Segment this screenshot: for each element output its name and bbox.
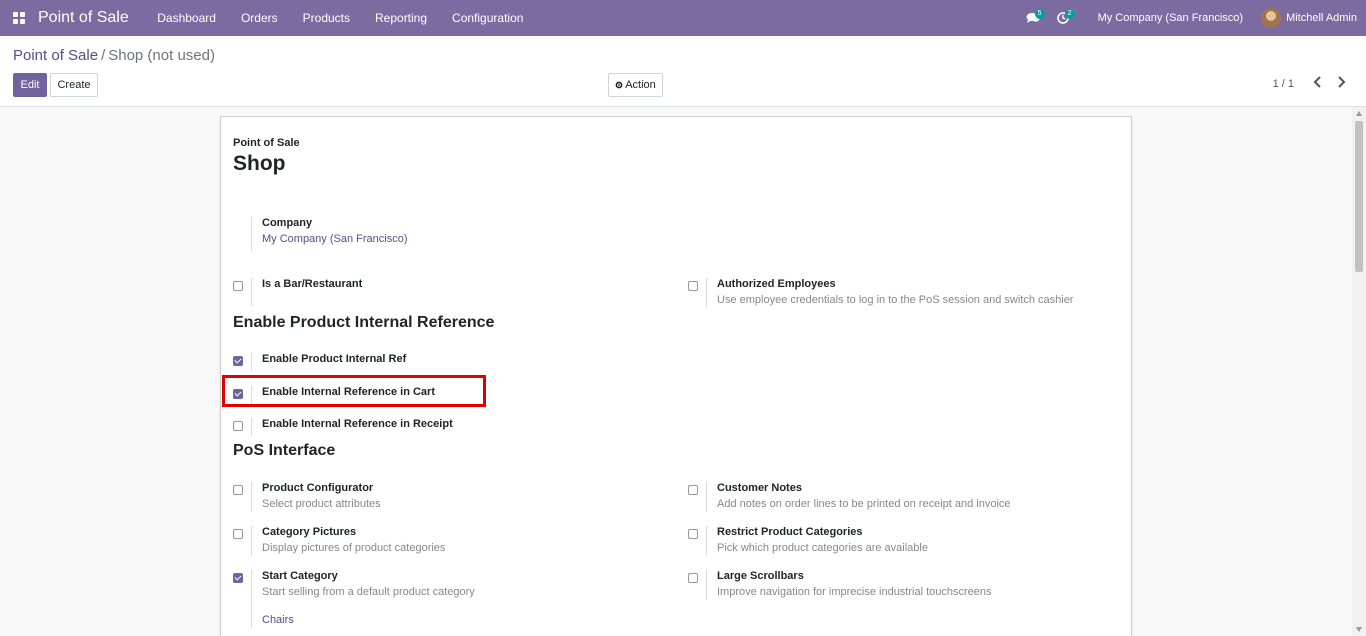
breadcrumb-current: Shop (not used): [108, 47, 215, 64]
menu-reporting[interactable]: Reporting: [363, 11, 440, 25]
edit-button[interactable]: Edit: [13, 73, 47, 97]
user-name: Mitchell Admin: [1286, 12, 1357, 24]
start-category-label: Start Category: [262, 570, 338, 582]
scrollbar-thumb[interactable]: [1355, 121, 1363, 272]
chevron-left-icon: [1313, 76, 1321, 88]
messages-button[interactable]: 5: [1018, 0, 1048, 36]
setting-divider: [706, 570, 707, 600]
internal-ref-checkbox[interactable]: [233, 356, 243, 366]
chevron-right-icon: [1338, 76, 1346, 88]
breadcrumb: Point of Sale / Shop (not used): [13, 47, 215, 64]
company-switcher[interactable]: My Company (San Francisco): [1098, 12, 1244, 24]
setting-divider: [251, 570, 252, 628]
breadcrumb-parent[interactable]: Point of Sale: [13, 47, 98, 64]
category-pictures-checkbox[interactable]: [233, 529, 243, 539]
internal-ref-setting: Enable Product Internal Ref: [233, 353, 653, 373]
top-navbar: Point of Sale Dashboard Orders Products …: [0, 0, 1366, 36]
large-scrollbars-desc: Improve navigation for imprecise industr…: [717, 586, 992, 598]
pager-previous-button[interactable]: [1313, 75, 1323, 91]
setting-divider: [251, 526, 252, 556]
create-button[interactable]: Create: [50, 73, 98, 97]
start-category-checkbox[interactable]: [233, 573, 243, 583]
action-button[interactable]: Action: [608, 73, 663, 97]
authorized-employees-label: Authorized Employees: [717, 278, 836, 290]
internal-ref-receipt-label: Enable Internal Reference in Receipt: [262, 418, 453, 430]
large-scrollbars-setting: Large Scrollbars Improve navigation for …: [688, 570, 1108, 600]
scroll-up-icon[interactable]: [1356, 111, 1362, 116]
breadcrumb-separator: /: [101, 47, 106, 64]
menu-products[interactable]: Products: [290, 11, 362, 25]
internal-ref-label: Enable Product Internal Ref: [262, 353, 407, 365]
activities-button[interactable]: 2: [1048, 0, 1078, 36]
category-pictures-setting: Category Pictures Display pictures of pr…: [233, 526, 653, 556]
pager-value[interactable]: 1 / 1: [1273, 78, 1294, 90]
messages-count-badge: 5: [1034, 9, 1045, 19]
authorized-employees-setting: Authorized Employees Use employee creden…: [688, 278, 1108, 308]
company-value[interactable]: My Company (San Francisco): [262, 233, 408, 245]
company-label: Company: [262, 217, 313, 229]
section-pos-interface-title: PoS Interface: [233, 442, 336, 459]
category-pictures-desc: Display pictures of product categories: [262, 542, 446, 554]
section-internal-reference-title: Enable Product Internal Reference: [233, 314, 495, 331]
restrict-categories-setting: Restrict Product Categories Pick which p…: [688, 526, 1108, 556]
setting-divider: [706, 482, 707, 512]
bar-restaurant-setting: Is a Bar/Restaurant: [233, 278, 653, 308]
start-category-setting: Start Category Start selling from a defa…: [233, 570, 653, 630]
setting-divider: [251, 353, 252, 371]
setting-divider: [251, 217, 252, 251]
restrict-categories-desc: Pick which product categories are availa…: [717, 542, 928, 554]
internal-ref-receipt-checkbox[interactable]: [233, 421, 243, 431]
setting-divider: [706, 526, 707, 556]
customer-notes-checkbox[interactable]: [688, 485, 698, 495]
setting-divider: [706, 278, 707, 308]
setting-divider: [251, 482, 252, 512]
record-app-label: Point of Sale: [233, 137, 300, 149]
authorized-employees-desc: Use employee credentials to log in to th…: [717, 294, 1074, 306]
menu-configuration[interactable]: Configuration: [440, 11, 536, 25]
large-scrollbars-label: Large Scrollbars: [717, 570, 804, 582]
product-configurator-desc: Select product attributes: [262, 498, 381, 510]
form-view: Point of Sale Shop Company My Company (S…: [0, 107, 1352, 636]
menu-dashboard[interactable]: Dashboard: [145, 11, 229, 25]
gear-icon: [615, 81, 623, 89]
start-category-desc: Start selling from a default product cat…: [262, 586, 475, 598]
bar-restaurant-checkbox[interactable]: [233, 281, 243, 291]
product-configurator-label: Product Configurator: [262, 482, 374, 494]
apps-menu-icon[interactable]: [0, 0, 38, 36]
customer-notes-desc: Add notes on order lines to be printed o…: [717, 498, 1011, 510]
restrict-categories-label: Restrict Product Categories: [717, 526, 863, 538]
product-configurator-checkbox[interactable]: [233, 485, 243, 495]
action-label: Action: [625, 79, 656, 91]
bar-restaurant-label: Is a Bar/Restaurant: [262, 278, 363, 290]
avatar: [1261, 8, 1282, 28]
category-pictures-label: Category Pictures: [262, 526, 357, 538]
page-scrollbar[interactable]: [1352, 107, 1366, 636]
authorized-employees-checkbox[interactable]: [688, 281, 698, 291]
customer-notes-setting: Customer Notes Add notes on order lines …: [688, 482, 1108, 512]
app-title[interactable]: Point of Sale: [38, 9, 129, 27]
control-panel: Point of Sale / Shop (not used) Edit Creat…: [0, 36, 1366, 107]
customer-notes-label: Customer Notes: [717, 482, 802, 494]
scroll-down-icon[interactable]: [1356, 627, 1362, 632]
internal-ref-receipt-setting: Enable Internal Reference in Receipt: [233, 418, 653, 438]
highlight-annotation: [222, 375, 486, 407]
product-configurator-setting: Product Configurator Select product attr…: [233, 482, 653, 512]
menu-orders[interactable]: Orders: [228, 11, 290, 25]
restrict-categories-checkbox[interactable]: [688, 529, 698, 539]
record-title: Shop: [233, 152, 286, 175]
activities-count-badge: 2: [1064, 9, 1075, 19]
setting-divider: [251, 278, 252, 306]
pager-next-button[interactable]: [1336, 75, 1346, 91]
setting-divider: [251, 418, 252, 436]
company-setting: Company My Company (San Francisco): [233, 217, 633, 253]
user-menu[interactable]: Mitchell Admin: [1261, 8, 1357, 28]
start-category-value[interactable]: Chairs: [262, 614, 294, 626]
large-scrollbars-checkbox[interactable]: [688, 573, 698, 583]
